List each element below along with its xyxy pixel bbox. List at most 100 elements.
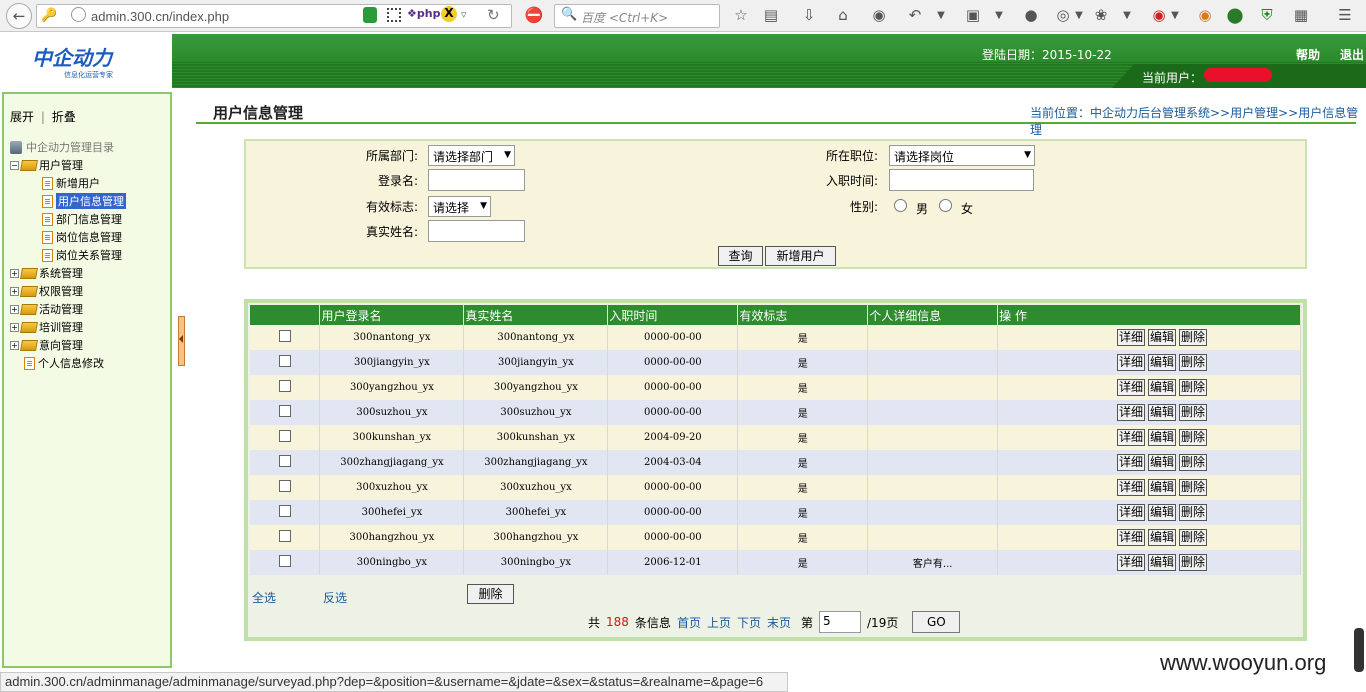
- edit-button[interactable]: 编辑: [1147, 454, 1176, 471]
- bug-dropdown-icon[interactable]: ▼: [1120, 4, 1134, 26]
- row-checkbox[interactable]: [278, 380, 291, 392]
- expand-link[interactable]: 展开: [10, 110, 34, 124]
- crop-icon[interactable]: ▣: [962, 4, 984, 26]
- male-radio[interactable]: [894, 199, 907, 212]
- last-page-link[interactable]: 末页: [767, 614, 791, 631]
- delete-button[interactable]: 删除: [1178, 429, 1207, 446]
- edit-button[interactable]: 编辑: [1147, 329, 1176, 346]
- detail-button[interactable]: 详细: [1116, 379, 1145, 396]
- plus-icon[interactable]: +: [10, 286, 19, 296]
- detail-button[interactable]: 详细: [1116, 529, 1145, 546]
- join-date-input[interactable]: [889, 169, 1034, 191]
- row-checkbox[interactable]: [278, 405, 291, 417]
- edit-button[interactable]: 编辑: [1147, 529, 1176, 546]
- detail-button[interactable]: 详细: [1116, 429, 1145, 446]
- qr-code-icon[interactable]: [387, 8, 401, 22]
- detail-button[interactable]: 详细: [1116, 479, 1145, 496]
- delete-button[interactable]: 删除: [1178, 404, 1207, 421]
- login-input[interactable]: [428, 169, 525, 191]
- realname-input[interactable]: [428, 220, 525, 242]
- sidebar-item-activity[interactable]: + 活动管理: [10, 300, 170, 318]
- x-addon-icon[interactable]: X: [441, 6, 457, 22]
- edit-button[interactable]: 编辑: [1147, 504, 1176, 521]
- crop-dropdown-icon[interactable]: ▼: [992, 4, 1006, 26]
- logout-link[interactable]: 退出: [1340, 46, 1364, 63]
- edit-button[interactable]: 编辑: [1147, 554, 1176, 571]
- add-user-button[interactable]: 新增用户: [765, 246, 836, 266]
- site-identity-icon[interactable]: [71, 7, 86, 22]
- delete-button[interactable]: 删除: [1178, 554, 1207, 571]
- chat-icon[interactable]: ◉: [868, 4, 890, 26]
- back-button[interactable]: ←: [6, 3, 32, 29]
- row-checkbox[interactable]: [278, 455, 291, 467]
- first-page-link[interactable]: 首页: [677, 614, 701, 631]
- row-checkbox[interactable]: [278, 555, 291, 567]
- edit-button[interactable]: 编辑: [1147, 429, 1176, 446]
- go-button[interactable]: GO: [912, 611, 961, 633]
- bookmark-star-icon[interactable]: ☆: [730, 4, 752, 26]
- delete-selected-button[interactable]: 删除: [467, 584, 514, 604]
- security-shield-icon[interactable]: ⛨: [1256, 4, 1278, 26]
- prev-page-link[interactable]: 上页: [707, 614, 731, 631]
- reload-icon[interactable]: ↻: [487, 6, 500, 24]
- query-button[interactable]: 查询: [718, 246, 763, 266]
- sidebar-item-dept-info[interactable]: 部门信息管理: [10, 210, 170, 228]
- female-radio[interactable]: [939, 199, 952, 212]
- detail-button[interactable]: 详细: [1116, 404, 1145, 421]
- undo-icon[interactable]: ↶: [904, 4, 926, 26]
- plus-icon[interactable]: +: [10, 322, 19, 332]
- dept-select[interactable]: 请选择部门 ▼: [428, 145, 515, 166]
- delete-button[interactable]: 删除: [1178, 329, 1207, 346]
- edit-button[interactable]: 编辑: [1147, 479, 1176, 496]
- sidebar-item-permission[interactable]: + 权限管理: [10, 282, 170, 300]
- minus-icon[interactable]: −: [10, 160, 19, 170]
- row-checkbox[interactable]: [278, 505, 291, 517]
- php-icon[interactable]: ❖php: [407, 7, 440, 20]
- invert-selection-link[interactable]: 反选: [323, 589, 347, 606]
- help-link[interactable]: 帮助: [1296, 46, 1320, 63]
- detail-button[interactable]: 详细: [1116, 454, 1145, 471]
- select-all-link[interactable]: 全选: [252, 589, 276, 606]
- sidebar-item-position-info[interactable]: 岗位信息管理: [10, 228, 170, 246]
- collapse-link[interactable]: 折叠: [52, 110, 76, 124]
- delete-button[interactable]: 删除: [1178, 504, 1207, 521]
- edit-button[interactable]: 编辑: [1147, 404, 1176, 421]
- delete-button[interactable]: 删除: [1178, 379, 1207, 396]
- sidebar-item-training[interactable]: + 培训管理: [10, 318, 170, 336]
- sidebar-item-intention[interactable]: + 意向管理: [10, 336, 170, 354]
- row-checkbox[interactable]: [278, 480, 291, 492]
- block-icon[interactable]: ⛔: [524, 4, 544, 26]
- plus-icon[interactable]: +: [10, 304, 19, 314]
- green-addon-icon[interactable]: ⬤: [1224, 4, 1246, 26]
- reading-list-icon[interactable]: ▤: [760, 4, 782, 26]
- sidebar-item-position-relation[interactable]: 岗位关系管理: [10, 246, 170, 264]
- undo-dropdown-icon[interactable]: ▼: [934, 4, 948, 26]
- edit-button[interactable]: 编辑: [1147, 354, 1176, 371]
- delete-button[interactable]: 删除: [1178, 454, 1207, 471]
- menu-icon[interactable]: ☰: [1334, 4, 1356, 26]
- addon-gray-icon[interactable]: ◎: [1052, 4, 1074, 26]
- dropdown-arrow-icon[interactable]: ▿: [461, 8, 467, 21]
- record-dropdown-icon[interactable]: ▼: [1168, 4, 1182, 26]
- addon-dropdown-icon[interactable]: ▼: [1072, 4, 1086, 26]
- firebug-icon[interactable]: ◉: [1194, 4, 1216, 26]
- sidebar-item-profile-edit[interactable]: 个人信息修改: [10, 354, 170, 372]
- plus-icon[interactable]: +: [10, 268, 19, 278]
- record-icon[interactable]: ◉: [1148, 4, 1170, 26]
- detail-button[interactable]: 详细: [1116, 504, 1145, 521]
- delete-button[interactable]: 删除: [1178, 354, 1207, 371]
- sidebar-toggle-handle[interactable]: [178, 316, 185, 366]
- bug-icon[interactable]: ❀: [1090, 4, 1112, 26]
- delete-button[interactable]: 删除: [1178, 529, 1207, 546]
- home-icon[interactable]: ⌂: [832, 4, 854, 26]
- position-select[interactable]: 请选择岗位 ▼: [889, 145, 1035, 166]
- shield-icon[interactable]: [363, 7, 377, 23]
- download-icon[interactable]: ⇩: [798, 4, 820, 26]
- grid-addon-icon[interactable]: ▦: [1290, 4, 1312, 26]
- search-bar[interactable]: 🔍 百度 <Ctrl+K>: [554, 4, 720, 28]
- plus-icon[interactable]: +: [10, 340, 19, 350]
- comment-icon[interactable]: ●: [1020, 4, 1042, 26]
- delete-button[interactable]: 删除: [1178, 479, 1207, 496]
- row-checkbox[interactable]: [278, 330, 291, 342]
- url-bar[interactable]: 🔑 admin.300.cn/index.php ❖php X ▿ ↻: [36, 4, 512, 28]
